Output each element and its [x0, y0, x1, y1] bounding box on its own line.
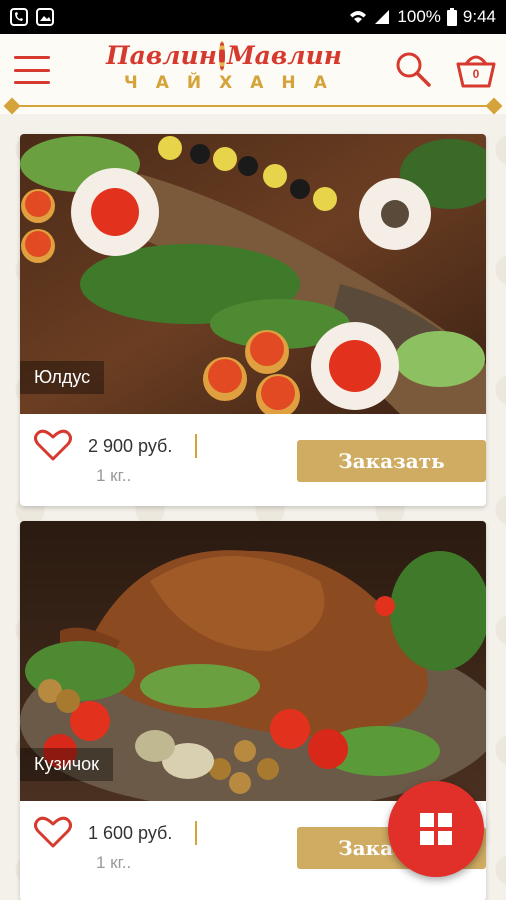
- search-button[interactable]: [394, 50, 432, 88]
- wifi-icon: [350, 11, 367, 23]
- grid-icon: [420, 813, 452, 845]
- order-button[interactable]: Заказать: [297, 440, 486, 482]
- product-weight: 1 кг..: [96, 853, 132, 872]
- product-photo[interactable]: Юлдус: [20, 134, 486, 414]
- status-bar: 100% 9:44: [0, 0, 506, 34]
- product-photo[interactable]: Кузичок: [20, 521, 486, 801]
- product-card[interactable]: Юлдус 2 900 руб. 1 кг.. Заказать: [20, 134, 486, 506]
- menu-line-icon: [14, 56, 50, 59]
- logo-word-right: Мавлин: [227, 41, 342, 70]
- signal-icon: [375, 10, 390, 24]
- divider-ornament-icon: [3, 97, 21, 115]
- status-left: [10, 8, 54, 26]
- header-divider: [0, 97, 506, 115]
- logo-subtitle: ЧАЙХАНА: [124, 73, 345, 93]
- logo-title: Павлин Мавлин: [106, 40, 342, 72]
- hamburger-menu-button[interactable]: [14, 56, 50, 84]
- product-weight: 1 кг..: [96, 466, 132, 485]
- cart-count-badge: 0: [472, 67, 480, 81]
- product-title: Кузичок: [20, 748, 114, 781]
- divider-ornament-icon: [485, 97, 503, 115]
- logo-word-left: Павлин: [106, 41, 217, 70]
- divider-line: [14, 105, 492, 107]
- phone-notification-icon: [10, 8, 28, 26]
- app-logo[interactable]: Павлин Мавлин ЧАЙХАНА: [106, 40, 342, 102]
- favorite-heart-icon[interactable]: [34, 815, 72, 849]
- categories-fab-button[interactable]: [388, 781, 484, 877]
- product-title: Юлдус: [20, 361, 105, 394]
- cart-button[interactable]: 0: [454, 50, 498, 90]
- product-price: 2 900 руб.: [88, 436, 173, 456]
- battery-percent: 100%: [397, 7, 441, 26]
- status-right: 100% 9:44: [349, 7, 496, 27]
- gallery-notification-icon: [36, 8, 54, 26]
- price-separator: [195, 434, 197, 458]
- menu-line-icon: [14, 81, 50, 84]
- favorite-heart-icon[interactable]: [34, 428, 72, 462]
- price-separator: [195, 821, 197, 845]
- product-footer: 2 900 руб. 1 кг.. Заказать: [20, 414, 486, 506]
- clock: 9:44: [462, 7, 496, 26]
- menu-line-icon: [14, 68, 50, 72]
- logo-emblem-icon: [218, 41, 225, 71]
- app-header: Павлин Мавлин ЧАЙХАНА 0: [0, 34, 506, 115]
- product-price: 1 600 руб.: [88, 823, 173, 843]
- battery-icon: [446, 8, 457, 26]
